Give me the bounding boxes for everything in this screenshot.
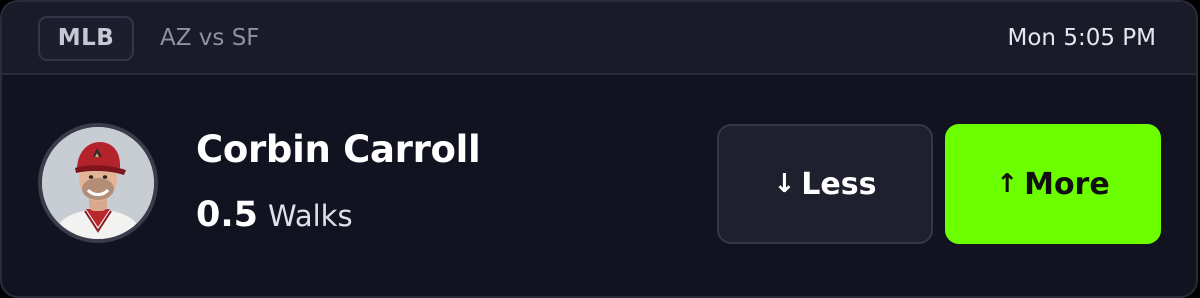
- league-badge: MLB: [38, 16, 134, 61]
- less-label: Less: [801, 167, 877, 202]
- player-headshot-icon: [42, 127, 154, 239]
- line-value: 0.5: [196, 195, 259, 235]
- player-name: Corbin Carroll: [196, 128, 481, 171]
- prop-card: MLB AZ vs SF Mon 5:05 PM Corbin Carroll …: [0, 0, 1198, 298]
- arrow-down-icon: ↓: [773, 169, 796, 199]
- game-time: Mon 5:05 PM: [1007, 25, 1156, 51]
- more-button[interactable]: ↑ More: [945, 124, 1161, 244]
- player-avatar: [38, 123, 158, 243]
- matchup-text: AZ vs SF: [160, 25, 260, 51]
- stat-type: Walks: [268, 199, 353, 233]
- less-button[interactable]: ↓ Less: [717, 124, 933, 244]
- card-header: MLB AZ vs SF Mon 5:05 PM: [2, 2, 1196, 75]
- more-label: More: [1024, 167, 1110, 202]
- stat-line: 0.5 Walks: [196, 191, 353, 239]
- arrow-up-icon: ↑: [996, 169, 1019, 199]
